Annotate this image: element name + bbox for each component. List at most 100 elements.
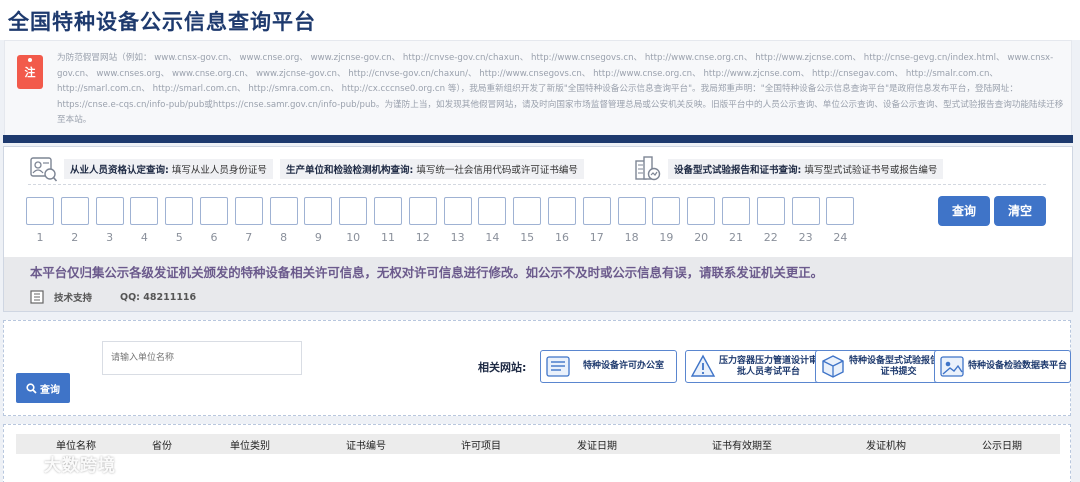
divider-dashed	[28, 184, 1046, 185]
code-digit-box[interactable]	[165, 197, 194, 225]
code-digit-number: 7	[245, 231, 253, 244]
category-type-test-label: 设备型式试验报告和证书查询: 填写型式试验证书号或报告编号	[668, 159, 944, 179]
support-label: 技术支持	[54, 293, 93, 304]
page-root: 全国特种设备公示信息查询平台 注 为防范假冒网站（例如： www.cnsx-go…	[0, 0, 1080, 482]
code-digit-number: 15	[520, 231, 535, 244]
link-license-office[interactable]: 特种设备许可办公室	[540, 350, 677, 383]
search-icon	[26, 382, 37, 394]
code-digit-box[interactable]	[130, 197, 159, 225]
category-units-hint: 填写统一社会信用代码或许可证书编号	[416, 165, 578, 176]
code-digit-number: 13	[450, 231, 465, 244]
code-digit-box[interactable]	[478, 197, 507, 225]
code-digit-box[interactable]	[826, 197, 855, 225]
cube-icon	[822, 355, 844, 378]
code-digit-number: 9	[314, 231, 322, 244]
image-window-icon	[940, 356, 964, 377]
code-digit-number: 19	[659, 231, 674, 244]
code-digit-number: 10	[346, 231, 361, 244]
code-digit-box[interactable]	[234, 197, 263, 225]
code-digit-box[interactable]	[60, 197, 89, 225]
code-digit-number: 5	[175, 231, 183, 244]
title-bar: 全国特种设备公示信息查询平台	[0, 0, 1080, 40]
code-digit-number: 18	[624, 231, 639, 244]
code-digit-box[interactable]	[443, 197, 472, 225]
code-digit-box[interactable]	[756, 197, 785, 225]
result-panel: 单位名称 省份 单位类别 证书编号 许可项目 发证日期 证书有效期至 发证机构 公示日期	[3, 424, 1071, 482]
code-digit-box[interactable]	[722, 197, 750, 225]
code-digit-box[interactable]	[339, 197, 368, 225]
code-digit-number: 1	[36, 231, 44, 244]
code-digit-box[interactable]	[582, 197, 611, 225]
table-column-header[interactable]: 证书有效期至	[712, 437, 772, 452]
code-digit-number: 2	[71, 231, 79, 244]
result-table-header: 单位名称 省份 单位类别 证书编号 许可项目 发证日期 证书有效期至 发证机构 公示日期	[16, 434, 1060, 454]
table-column-header[interactable]: 发证日期	[577, 437, 617, 452]
unit-name-input[interactable]	[102, 341, 302, 375]
code-digit-box[interactable]	[617, 197, 646, 225]
code-digit-box[interactable]	[200, 197, 228, 225]
code-digit-number: 4	[140, 231, 148, 244]
code-digit-box[interactable]	[408, 197, 437, 225]
table-column-header[interactable]: 发证机构	[866, 437, 906, 452]
table-column-header[interactable]: 证书编号	[346, 437, 386, 452]
code-digit-box[interactable]	[687, 197, 716, 225]
clear-button[interactable]: 清空	[994, 196, 1046, 226]
code-digit-number: 20	[694, 231, 709, 244]
tech-support: 技术支持 QQ: 48211116	[30, 287, 196, 307]
watermark-text: 大数跨境	[44, 455, 116, 476]
category-units-label: 生产单位和检验检测机构查询: 填写统一社会信用代码或许可证书编号	[280, 159, 584, 179]
anti-fraud-notice: 注 为防范假冒网站（例如： www.cnsx-gov.cn、 www.cnse.…	[4, 40, 1072, 136]
link-inspection-data[interactable]: 特种设备检验数据表平台	[934, 350, 1071, 383]
notice-text: 为防范假冒网站（例如： www.cnsx-gov.cn、 www.cnse.or…	[57, 53, 1064, 125]
page-title: 全国特种设备公示信息查询平台	[8, 10, 316, 34]
code-digit-box[interactable]	[548, 197, 576, 225]
code-digit-box[interactable]	[513, 197, 542, 225]
code-digit-number: 14	[485, 231, 500, 244]
code-digit-number: 24	[833, 231, 848, 244]
code-digit-box[interactable]	[26, 197, 54, 225]
category-units[interactable]: 生产单位和检验检测机构查询: 填写统一社会信用代码或许可证书编号	[280, 155, 584, 183]
code-digit-number: 23	[798, 231, 813, 244]
code-digit-box[interactable]	[95, 197, 124, 225]
table-column-header[interactable]: 公示日期	[982, 437, 1022, 452]
table-column-header[interactable]: 许可项目	[461, 437, 501, 452]
notice-badge-icon: 注	[17, 55, 43, 89]
link-inspection-data-text: 特种设备检验数据表平台	[967, 361, 1067, 371]
unit-query-panel: 查询 相关网站: 特种设备许可办公室 压力容器压力管道设计审批人员考试平台	[3, 320, 1071, 416]
unit-search-button[interactable]: 查询	[16, 373, 70, 403]
code-digit-box[interactable]	[269, 197, 298, 225]
support-qq: QQ: 48211116	[120, 291, 197, 303]
code-digit-box[interactable]	[791, 197, 820, 225]
category-personnel[interactable]: 从业人员资格认定查询: 填写从业人员身份证号	[28, 155, 273, 183]
disclaimer-text: 本平台仅归集公示各级发证机关颁发的特种设备相关许可信息，无权对许可信息进行修改。…	[30, 265, 823, 280]
link-exam-platform[interactable]: 压力容器压力管道设计审批人员考试平台	[685, 350, 822, 383]
category-type-test-hint: 填写型式试验证书号或报告编号	[804, 165, 938, 176]
watermark: 大数跨境	[10, 451, 116, 476]
link-exam-platform-text: 压力容器压力管道设计审批人员考试平台	[718, 355, 818, 377]
code-digit-box[interactable]	[374, 197, 402, 225]
code-digit-number: 16	[555, 231, 569, 244]
unit-search-label: 查询	[40, 384, 60, 396]
table-column-header[interactable]: 单位类别	[230, 437, 270, 452]
category-units-title: 生产单位和检验检测机构查询:	[286, 165, 414, 176]
triangle-warning-icon	[690, 354, 716, 377]
code-digit-number: 11	[381, 231, 395, 244]
related-sites-label: 相关网站:	[478, 361, 527, 374]
category-type-test[interactable]: 设备型式试验报告和证书查询: 填写型式试验证书号或报告编号	[632, 155, 944, 183]
code-digit-number: 3	[106, 231, 114, 244]
document-list-icon	[546, 356, 570, 377]
code-digit-number: 22	[763, 231, 778, 244]
code-digit-box[interactable]	[304, 197, 333, 225]
link-type-test-submit[interactable]: 特种设备型式试验报告和证书提交	[815, 350, 952, 383]
watermark-logo-icon	[11, 454, 38, 473]
table-column-header[interactable]: 省份	[152, 437, 172, 452]
code-search-panel: 从业人员资格认定查询: 填写从业人员身份证号 生产单位和检验检测机构查询: 填写…	[3, 146, 1073, 312]
query-button[interactable]: 查询	[938, 196, 990, 226]
code-digit-number: 8	[280, 231, 288, 244]
link-license-office-text: 特种设备许可办公室	[582, 361, 664, 371]
category-personnel-hint: 填写从业人员身份证号	[171, 165, 267, 176]
disclaimer-strip: 本平台仅归集公示各级发证机关颁发的特种设备相关许可信息，无权对许可信息进行修改。…	[4, 257, 1072, 311]
code-digit-number: 12	[415, 231, 430, 244]
code-digit-box[interactable]	[652, 197, 681, 225]
category-personnel-title: 从业人员资格认定查询:	[70, 165, 169, 176]
